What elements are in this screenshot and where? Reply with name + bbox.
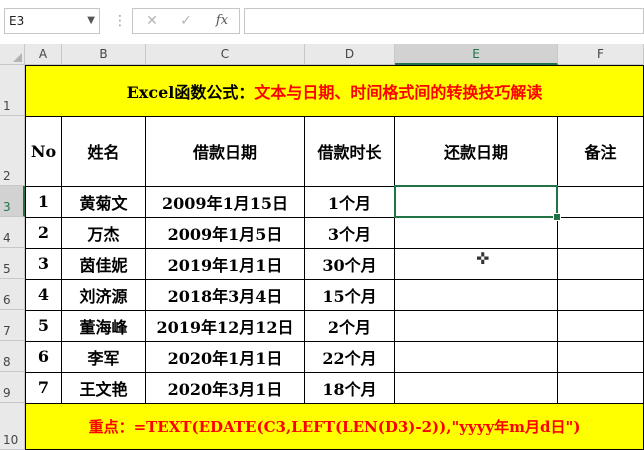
cell-duration[interactable]: 30个月 [305,248,395,280]
column-header-a[interactable]: A [25,44,62,65]
cell-return-date[interactable] [395,217,558,249]
row-header-label: 7 [3,324,11,338]
cell-loan-date[interactable]: 2019年12月12日 [146,310,305,342]
selection-border [394,185,558,218]
select-all-triangle-icon [13,53,22,62]
name-box-value: E3 [9,14,25,28]
cell-note[interactable] [558,310,644,342]
cell-duration[interactable]: 3个月 [305,217,395,249]
select-all-button[interactable] [0,44,25,65]
insert-function-icon[interactable]: fx [211,12,233,30]
cell-no[interactable]: 4 [25,279,62,311]
cell-note[interactable] [558,186,644,218]
cell-no[interactable]: 3 [25,248,62,280]
chevron-down-icon[interactable]: ▼ [87,15,95,26]
row-header-label: 8 [3,355,11,369]
cell-name[interactable]: 万杰 [62,217,146,249]
cell-loan-date[interactable]: 2019年1月1日 [146,248,305,280]
row-header-label: 6 [3,293,11,307]
drag-handle-icon[interactable]: ⋮ [113,12,127,30]
row-header-label: 5 [3,262,11,276]
cell-no[interactable]: 2 [25,217,62,249]
name-box[interactable]: E3 ▼ [4,8,100,34]
header-return-date[interactable]: 还款日期 [395,116,558,187]
column-header-c[interactable]: C [146,44,305,65]
formula-bar: E3 ▼ ⋮ ✕ ✓ fx [0,0,644,45]
cell-no[interactable]: 6 [25,341,62,373]
cell-note[interactable] [558,248,644,280]
cell-note[interactable] [558,372,644,404]
cancel-icon[interactable]: ✕ [141,12,163,30]
spreadsheet-grid: A B C D E F 1 2 3 4 5 6 7 8 9 10 Excel函数… [0,44,644,450]
row-header-label: 1 [3,99,11,113]
cell-duration[interactable]: 1个月 [305,186,395,218]
cell-name[interactable]: 李军 [62,341,146,373]
cell-name[interactable]: 董海峰 [62,310,146,342]
formula-input[interactable] [244,8,644,34]
title-text: 文本与日期、时间格式间的转换技巧解读 [254,83,543,102]
row-header-label: 10 [3,433,19,447]
row-header-8[interactable]: 8 [0,341,25,372]
header-duration[interactable]: 借款时长 [305,116,395,187]
cell-loan-date[interactable]: 2009年1月5日 [146,217,305,249]
cell-no[interactable]: 7 [25,372,62,404]
row-header-7[interactable]: 7 [0,310,25,341]
cell-name[interactable]: 黄菊文 [62,186,146,218]
row-header-label: 3 [3,200,11,214]
cell-no[interactable]: 1 [25,186,62,218]
cell-duration[interactable]: 15个月 [305,279,395,311]
row-header-5[interactable]: 5 [0,248,25,279]
title-prefix: Excel函数公式： [126,83,255,102]
row-header-10[interactable]: 10 [0,403,25,450]
cell-name[interactable]: 王文艳 [62,372,146,404]
header-name[interactable]: 姓名 [62,116,146,187]
cell-name[interactable]: 刘济源 [62,279,146,311]
header-loan-date[interactable]: 借款日期 [146,116,305,187]
cell-note[interactable] [558,279,644,311]
column-header-f[interactable]: F [558,44,644,65]
row-header-6[interactable]: 6 [0,279,25,310]
fill-handle[interactable] [553,213,561,221]
cell-loan-date[interactable]: 2020年3月1日 [146,372,305,404]
cell-return-date[interactable] [395,279,558,311]
row-header-1[interactable]: 1 [0,65,25,116]
title-cell[interactable]: Excel函数公式： 文本与日期、时间格式间的转换技巧解读 [25,65,644,117]
cell-duration[interactable]: 2个月 [305,310,395,342]
row-header-3[interactable]: 3 [0,186,25,217]
cell-return-date[interactable] [395,372,558,404]
enter-icon[interactable]: ✓ [175,12,197,30]
cell-loan-date[interactable]: 2018年3月4日 [146,279,305,311]
cell-note[interactable] [558,341,644,373]
column-header-e[interactable]: E [395,44,558,65]
column-header-b[interactable]: B [62,44,146,65]
header-note[interactable]: 备注 [558,116,644,187]
cell-return-date[interactable] [395,310,558,342]
row-header-label: 9 [3,386,11,400]
cell-name[interactable]: 茵佳妮 [62,248,146,280]
cell-return-date[interactable] [395,341,558,373]
row-header-2[interactable]: 2 [0,116,25,186]
cell-loan-date[interactable]: 2020年1月1日 [146,341,305,373]
crosshair-cursor-icon: ✜ [476,249,490,268]
row-header-9[interactable]: 9 [0,372,25,403]
row-header-4[interactable]: 4 [0,217,25,248]
row-header-label: 4 [3,231,11,245]
cell-duration[interactable]: 18个月 [305,372,395,404]
cell-loan-date[interactable]: 2009年1月15日 [146,186,305,218]
row-header-label: 2 [3,169,11,183]
formula-buttons: ✕ ✓ fx [132,8,240,34]
cell-duration[interactable]: 22个月 [305,341,395,373]
column-header-d[interactable]: D [305,44,395,65]
header-no[interactable]: No [25,116,62,187]
cell-note[interactable] [558,217,644,249]
cell-no[interactable]: 5 [25,310,62,342]
formula-note-cell[interactable]: 重点：=TEXT(EDATE(C3,LEFT(LEN(D3)-2)),"yyyy… [25,403,644,450]
